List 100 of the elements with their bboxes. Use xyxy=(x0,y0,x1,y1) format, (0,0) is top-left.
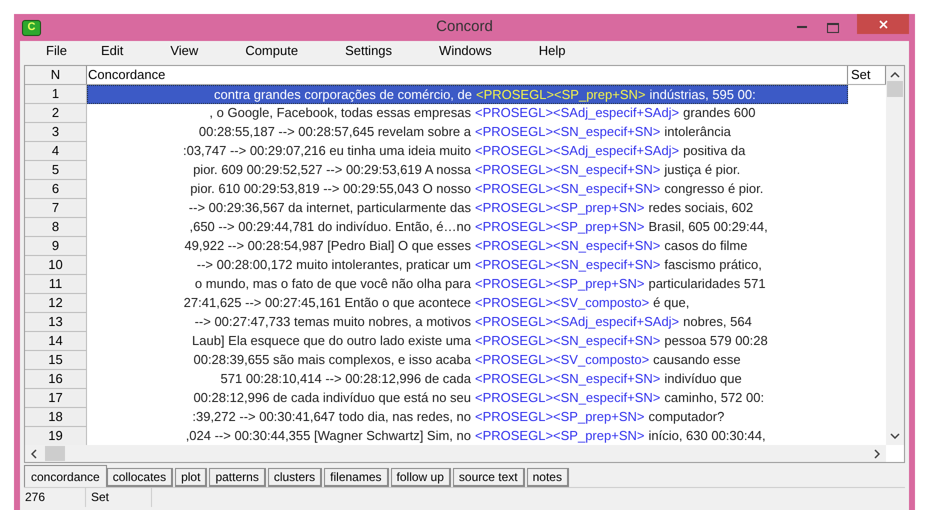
concordance-line[interactable]: Laub] Ela esquece que do outro lado existe uma <PROSEGL><SN_especif+SN> pessoa 579 00:28 xyxy=(87,332,848,351)
tab[interactable]: patterns xyxy=(209,468,266,487)
row-number: 12 xyxy=(25,294,87,313)
left-context: 00:28:55,187 --> 00:28:57,645 revelam sobre a xyxy=(198,123,471,141)
right-context: pessoa 579 00:28 xyxy=(664,332,768,350)
left-context: 27:41,625 --> 00:27:45,161 Então o que acontece xyxy=(182,294,471,312)
concordance-line[interactable]: pior. 609 00:29:52,527 --> 00:29:53,619 A nossa <PROSEGL><SN_especif+SN> justiça é pior. xyxy=(87,161,848,180)
right-context: fascismo prático, xyxy=(664,256,762,274)
horizontal-scrollbar[interactable] xyxy=(25,445,886,462)
tab[interactable]: notes xyxy=(526,468,569,487)
left-context: , o Google, Facebook, todas essas empresas xyxy=(208,104,471,122)
close-icon[interactable] xyxy=(878,20,888,28)
right-context: justiça é pior. xyxy=(664,161,740,179)
search-tag: <PROSEGL><SN_especif+SN> xyxy=(475,256,660,275)
concordance-line[interactable]: 00:28:55,187 --> 00:28:57,645 revelam sobre a <PROSEGL><SN_especif+SN> intolerância xyxy=(87,123,848,142)
left-context: 571 00:28:10,414 --> 00:28:12,996 de cada xyxy=(220,370,471,388)
search-tag: <PROSEGL><SAdj_especif+SAdj> xyxy=(475,104,680,123)
status-text: Set xyxy=(86,488,152,507)
concordance-line[interactable]: 27:41,625 --> 00:27:45,161 Então o que acontece <PROSEGL><SV_composto> é que, xyxy=(87,294,848,313)
row-number: 17 xyxy=(25,389,87,408)
search-tag: <PROSEGL><SP_prep+SN> xyxy=(475,218,644,237)
row-number: 8 xyxy=(25,218,87,237)
concordance-line[interactable]: 49,922 --> 00:28:54,987 [Pedro Bial] O que esses <PROSEGL><SN_especif+SN> casos do filme xyxy=(87,237,848,256)
search-tag: <PROSEGL><SN_especif+SN> xyxy=(475,389,660,408)
menu-item[interactable]: Help xyxy=(538,41,566,61)
concordance-line[interactable]: ,650 --> 00:29:44,781 do indivíduo. Então, é…no <PROSEGL><SP_prep+SN> Brasil, 605 00:29:44, xyxy=(87,218,848,237)
scroll-thumb[interactable] xyxy=(887,81,903,97)
column-header[interactable]: Concordance xyxy=(87,66,848,84)
row-number: 3 xyxy=(25,123,87,142)
menu-item[interactable]: Compute xyxy=(245,41,298,61)
left-context: pior. 609 00:29:52,527 --> 00:29:53,619 A nossa xyxy=(192,161,471,179)
concordance-line[interactable]: --> 00:29:36,567 da internet, particularmente das <PROSEGL><SP_prep+SN> redes sociais, 602 xyxy=(87,199,848,218)
tab[interactable]: filenames xyxy=(324,468,389,487)
right-context: positiva da xyxy=(683,142,746,160)
concordance-line[interactable]: , o Google, Facebook, todas essas empresas <PROSEGL><SAdj_especif+SAdj> grandes 600 xyxy=(87,104,848,123)
row-number: 13 xyxy=(25,313,87,332)
left-context: :03,747 --> 00:29:07,216 eu tinha uma ideia muito xyxy=(182,142,471,160)
row-number: 1 xyxy=(25,85,87,104)
scroll-left-icon[interactable] xyxy=(31,448,37,458)
close-button[interactable] xyxy=(857,14,909,34)
left-context: --> 00:28:00,172 muito intolerantes, praticar um xyxy=(196,256,471,274)
tab[interactable]: plot xyxy=(175,468,208,487)
row-number: 4 xyxy=(25,142,87,161)
search-tag: <PROSEGL><SV_composto> xyxy=(475,351,650,370)
concordance-line[interactable]: 00:28:12,996 de cada indivíduo que está no seu <PROSEGL><SN_especif+SN> caminho, 572 00: xyxy=(87,389,848,408)
left-context: ,024 --> 00:30:44,355 [Wagner Schwartz] Sim, no xyxy=(184,427,471,445)
row-number: 16 xyxy=(25,370,87,389)
concordance-line[interactable]: --> 00:27:47,733 temas muito nobres, a motivos <PROSEGL><SAdj_especif+SAdj> nobres, 564 xyxy=(87,313,848,332)
scroll-up-icon[interactable] xyxy=(890,72,900,78)
concordance-line[interactable]: 00:28:39,655 são mais complexos, e isso acaba <PROSEGL><SV_composto> causando esse xyxy=(87,351,848,370)
left-context: 49,922 --> 00:28:54,987 [Pedro Bial] O que esses xyxy=(183,237,471,255)
concordance-line[interactable]: --> 00:28:00,172 muito intolerantes, praticar um <PROSEGL><SN_especif+SN> fascismo prático, xyxy=(87,256,848,275)
right-context: particularidades 571 xyxy=(648,275,766,293)
scroll-down-icon[interactable] xyxy=(890,433,900,439)
minimize-icon[interactable] xyxy=(797,26,807,29)
search-tag: <PROSEGL><SP_prep+SN> xyxy=(475,275,644,294)
concordance-line[interactable]: :03,747 --> 00:29:07,216 eu tinha uma ideia muito <PROSEGL><SAdj_especif+SAdj> positiva da xyxy=(87,142,848,161)
maximize-icon[interactable] xyxy=(827,22,839,32)
menu-item[interactable]: Settings xyxy=(345,41,392,61)
menu-item[interactable]: Windows xyxy=(439,41,492,61)
scroll-right-icon[interactable] xyxy=(874,448,880,458)
concordance-line[interactable]: :39,272 --> 00:30:41,647 todo dia, nas redes, no <PROSEGL><SP_prep+SN> computador? xyxy=(87,408,848,427)
status-count: 276 xyxy=(24,488,86,507)
left-context: o mundo, mas o fato de que você não olha para xyxy=(194,275,471,293)
right-context: nobres, 564 xyxy=(683,313,752,331)
concordance-line[interactable]: o mundo, mas o fato de que você não olha para <PROSEGL><SP_prep+SN> particularidades 571 xyxy=(87,275,848,294)
menu-item[interactable]: View xyxy=(170,41,198,61)
scroll-thumb[interactable] xyxy=(45,446,65,461)
right-context: computador? xyxy=(648,408,724,426)
row-number: 7 xyxy=(25,199,87,218)
search-tag: <PROSEGL><SN_especif+SN> xyxy=(475,332,660,351)
vertical-scrollbar[interactable] xyxy=(886,66,904,445)
tab[interactable]: follow up xyxy=(390,468,451,487)
right-context: indústrias, 595 00: xyxy=(649,86,756,103)
left-context: ,650 --> 00:29:44,781 do indivíduo. Então, é…no xyxy=(188,218,471,236)
row-number: 18 xyxy=(25,408,87,427)
right-context: congresso é pior. xyxy=(664,180,764,198)
search-tag: <PROSEGL><SN_especif+SN> xyxy=(475,123,660,142)
concordance-line[interactable]: 571 00:28:10,414 --> 00:28:12,996 de cada <PROSEGL><SN_especif+SN> indivíduo que xyxy=(87,370,848,389)
concordance-line[interactable]: ,024 --> 00:30:44,355 [Wagner Schwartz] Sim, no <PROSEGL><SP_prep+SN> início, 630 00:30:44, xyxy=(87,427,848,445)
tab[interactable]: concordance xyxy=(24,465,107,487)
search-tag: <PROSEGL><SP_prep+SN> xyxy=(476,86,646,103)
right-context: intolerância xyxy=(664,123,731,141)
row-number: 19 xyxy=(25,427,87,445)
app-icon: C xyxy=(22,20,41,36)
left-context: :39,272 --> 00:30:41,647 todo dia, nas redes, no xyxy=(191,408,471,426)
row-number: 6 xyxy=(25,180,87,199)
tab[interactable]: source text xyxy=(452,468,525,487)
row-number: 5 xyxy=(25,161,87,180)
concordance-line[interactable]: pior. 610 00:29:53,819 --> 00:29:55,043 O nosso <PROSEGL><SN_especif+SN> congresso é pior. xyxy=(87,180,848,199)
left-context: pior. 610 00:29:53,819 --> 00:29:55,043 O nosso xyxy=(189,180,471,198)
search-tag: <PROSEGL><SP_prep+SN> xyxy=(475,427,644,445)
row-number: 2 xyxy=(25,104,87,123)
menu-item[interactable]: File xyxy=(46,41,67,61)
search-tag: <PROSEGL><SN_especif+SN> xyxy=(475,370,660,389)
window-title: Concord xyxy=(436,17,493,38)
menu-item[interactable]: Edit xyxy=(100,41,124,61)
column-header[interactable]: N xyxy=(25,66,87,84)
tab[interactable]: collocates xyxy=(106,468,174,487)
tab[interactable]: clusters xyxy=(268,468,322,487)
